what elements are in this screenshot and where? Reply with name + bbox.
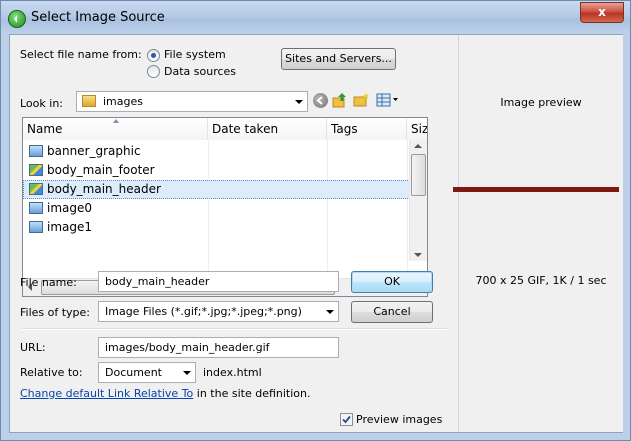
file-name: body_main_header bbox=[47, 182, 161, 196]
preview-images-label: Preview images bbox=[356, 413, 443, 426]
file-name-label: File name: bbox=[20, 276, 77, 289]
relative-file-name: index.html bbox=[203, 366, 262, 379]
relative-to-value: Document bbox=[105, 366, 162, 379]
change-default-link-relative-to-link[interactable]: Change default Link Relative To bbox=[20, 387, 193, 400]
image-file-icon bbox=[29, 145, 43, 157]
data-sources-label: Data sources bbox=[164, 65, 237, 78]
look-in-label: Look in: bbox=[20, 97, 63, 110]
file-row-body-main-header[interactable]: body_main_header bbox=[23, 180, 416, 199]
cancel-button[interactable]: Cancel bbox=[351, 301, 433, 323]
files-of-type-label: Files of type: bbox=[20, 306, 91, 319]
folder-icon bbox=[82, 95, 96, 107]
close-button[interactable]: x bbox=[580, 2, 624, 23]
image-file-icon bbox=[29, 202, 43, 214]
column-header-tags[interactable]: Tags bbox=[327, 118, 407, 140]
scroll-up-icon[interactable] bbox=[414, 144, 422, 148]
column-header-date-taken[interactable]: Date taken bbox=[208, 118, 327, 140]
image-preview-title: Image preview bbox=[500, 96, 582, 109]
separator bbox=[22, 328, 447, 330]
new-folder-icon[interactable] bbox=[353, 92, 370, 108]
file-row-image1[interactable]: image1 bbox=[23, 218, 416, 237]
dreamweaver-app-icon bbox=[8, 10, 26, 28]
column-header-size[interactable]: Size bbox=[407, 118, 427, 140]
file-list[interactable]: Name Date taken Tags Size banner_graphic… bbox=[22, 117, 428, 297]
title-bar[interactable]: Select Image Source x bbox=[1, 1, 630, 34]
link-row-suffix: in the site definition. bbox=[193, 387, 311, 400]
dialog-window: Select Image Source x Select file name f… bbox=[0, 0, 631, 441]
data-sources-radio[interactable] bbox=[147, 65, 160, 78]
file-name-input[interactable]: body_main_header bbox=[98, 271, 339, 292]
file-system-radio[interactable] bbox=[147, 49, 160, 62]
file-row-image0[interactable]: image0 bbox=[23, 199, 416, 218]
picture-file-icon bbox=[29, 183, 43, 195]
files-of-type-dropdown[interactable]: Image Files (*.gif;*.jpg;*.jpeg;*.png) bbox=[98, 301, 339, 322]
back-icon[interactable] bbox=[313, 93, 328, 108]
source-label: Select file name from: bbox=[20, 48, 142, 61]
link-row: Change default Link Relative To in the s… bbox=[20, 387, 311, 400]
chevron-down-icon bbox=[326, 309, 334, 314]
chevron-down-icon bbox=[183, 370, 191, 375]
url-input[interactable]: images/body_main_header.gif bbox=[98, 337, 339, 358]
file-row-body-main-footer[interactable]: body_main_footer bbox=[23, 161, 416, 180]
look-in-value: images bbox=[103, 95, 143, 108]
image-file-icon bbox=[29, 221, 43, 233]
image-preview-thumbnail bbox=[453, 187, 619, 192]
file-row-banner-graphic[interactable]: banner_graphic bbox=[23, 142, 416, 161]
file-system-label: File system bbox=[164, 48, 226, 61]
vertical-scroll-thumb[interactable] bbox=[411, 154, 426, 196]
window-title: Select Image Source bbox=[31, 10, 165, 25]
url-label: URL: bbox=[20, 341, 46, 354]
image-preview-info: 700 x 25 GIF, 1K / 1 sec bbox=[475, 274, 607, 287]
picture-file-icon bbox=[29, 164, 43, 176]
files-of-type-value: Image Files (*.gif;*.jpg;*.jpeg;*.png) bbox=[105, 305, 302, 318]
file-name: body_main_footer bbox=[47, 163, 155, 177]
chevron-down-icon bbox=[295, 99, 303, 104]
look-in-dropdown[interactable]: images bbox=[76, 91, 308, 112]
view-menu-icon[interactable] bbox=[376, 92, 400, 108]
file-name: banner_graphic bbox=[47, 144, 141, 158]
sort-ascending-icon bbox=[113, 119, 119, 123]
vertical-scrollbar[interactable] bbox=[409, 140, 427, 261]
sites-and-servers-button[interactable]: Sites and Servers... bbox=[281, 48, 396, 70]
scroll-down-icon[interactable] bbox=[414, 253, 422, 257]
relative-to-label: Relative to: bbox=[20, 366, 83, 379]
checkmark-icon bbox=[342, 415, 351, 424]
relative-to-dropdown[interactable]: Document bbox=[98, 362, 196, 383]
preview-images-checkbox[interactable] bbox=[340, 413, 353, 426]
file-name: image1 bbox=[47, 220, 93, 234]
ok-button[interactable]: OK bbox=[351, 271, 433, 293]
file-name: image0 bbox=[47, 201, 93, 215]
dialog-body: Select file name from: File system Data … bbox=[9, 34, 623, 433]
up-folder-icon[interactable] bbox=[332, 92, 347, 108]
image-preview-panel: Image preview 700 x 25 GIF, 1K / 1 sec bbox=[453, 35, 623, 432]
